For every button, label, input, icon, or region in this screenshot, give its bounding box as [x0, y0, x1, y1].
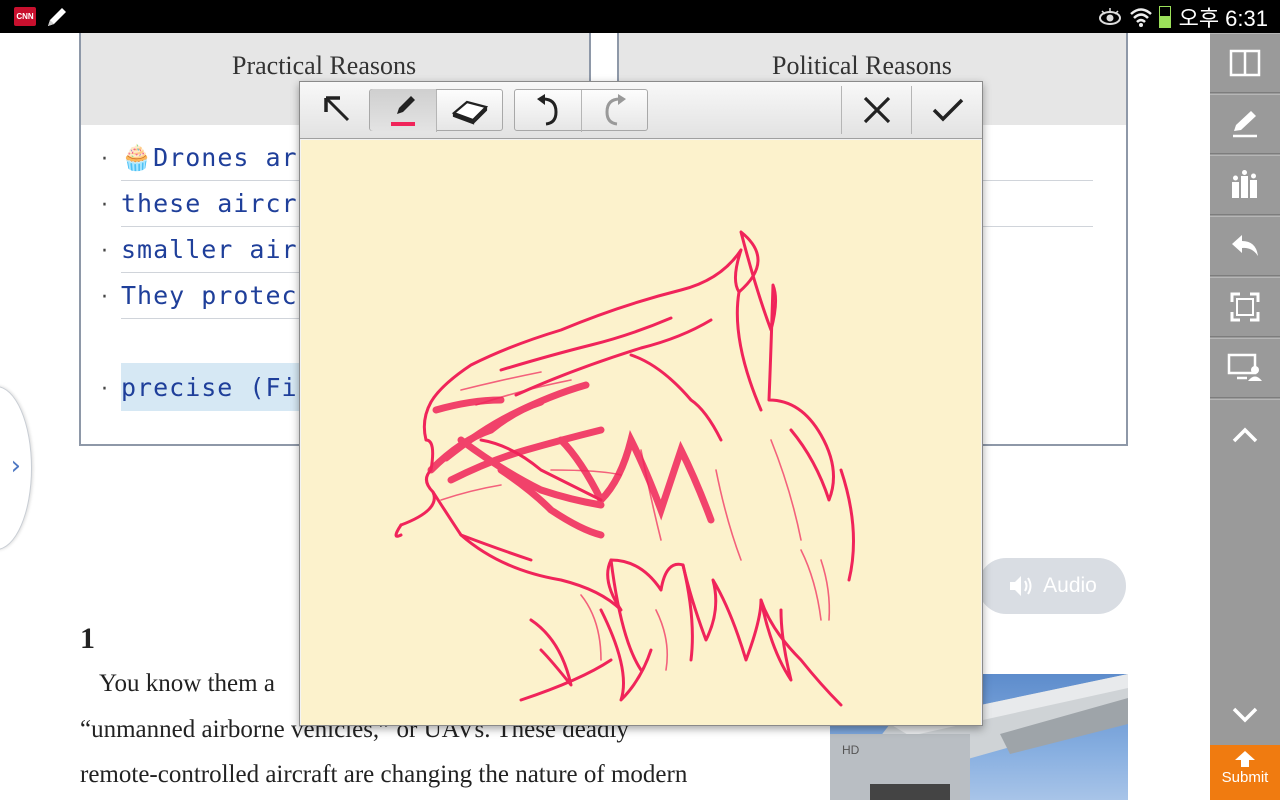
layout-icon: [1229, 49, 1261, 77]
wifi-icon: [1129, 7, 1152, 27]
scroll-down-button[interactable]: [1210, 685, 1280, 745]
redo-icon: [604, 94, 626, 126]
article-line: You know them a: [99, 670, 275, 697]
bullet: ·: [101, 193, 108, 218]
bullet: ·: [101, 285, 108, 310]
sketch: [394, 230, 855, 707]
app-screen: CNN 오후 6:31 Practical Reasons Political …: [0, 0, 1280, 800]
audio-button[interactable]: Audio: [978, 558, 1126, 614]
screen-share-button[interactable]: [1210, 338, 1280, 398]
speaker-icon: [1010, 576, 1032, 596]
bullet: ·: [101, 377, 108, 402]
political-reasons-header: Political Reasons: [772, 51, 952, 80]
undo-icon: [1232, 235, 1258, 256]
pen-icon: [391, 96, 415, 126]
submit-button[interactable]: Submit: [1210, 745, 1280, 800]
fullscreen-icon: [1230, 292, 1260, 322]
battery-icon: [1158, 5, 1171, 28]
note-line: [981, 181, 1093, 227]
chevron-right-icon: ›: [10, 451, 21, 481]
chart-button[interactable]: [1210, 155, 1280, 215]
cnn-icon: CNN: [14, 7, 36, 26]
close-button[interactable]: [848, 89, 906, 131]
pen-tool-button[interactable]: [1210, 94, 1280, 154]
separator: [911, 86, 912, 134]
audio-label: Audio: [1043, 574, 1097, 597]
drawing-canvas[interactable]: [301, 140, 981, 725]
eraser-button[interactable]: [437, 89, 502, 131]
status-icons: 오후 6:31: [1097, 0, 1268, 33]
pen-icon: [48, 8, 66, 26]
screen-share-icon: [1227, 353, 1262, 381]
undo-button[interactable]: [1210, 216, 1280, 276]
scroll-up-icon: [1232, 427, 1258, 442]
status-time: 오후 6:31: [1178, 5, 1268, 31]
fullscreen-button[interactable]: [1210, 277, 1280, 337]
redo-button[interactable]: [582, 89, 647, 131]
status-bar: CNN 오후 6:31: [0, 0, 1280, 33]
svg-text:HD: HD: [842, 743, 860, 757]
confirm-button[interactable]: [918, 89, 978, 131]
practical-reasons-header: Practical Reasons: [232, 51, 417, 80]
select-arrow-icon: [324, 96, 350, 122]
scroll-up-button[interactable]: [1210, 399, 1280, 469]
submit-label: Submit: [1221, 769, 1269, 786]
scroll-down-icon: [1232, 707, 1258, 723]
confirm-icon: [932, 98, 964, 122]
undo-button[interactable]: [515, 89, 581, 131]
undo-icon: [537, 94, 558, 126]
bullet: ·: [101, 239, 108, 264]
pen-button[interactable]: [370, 89, 436, 131]
layout-button[interactable]: [1210, 33, 1280, 93]
note-line: [981, 135, 1093, 181]
pencil-icon: [1233, 111, 1257, 138]
close-icon: [863, 96, 891, 124]
eraser-icon: [451, 100, 488, 125]
upload-arrow-icon: [1235, 751, 1255, 767]
select-button[interactable]: [314, 89, 362, 131]
paragraph-number: 1: [80, 622, 95, 655]
drawing-toolbar: [300, 82, 982, 139]
article-line: remote-controlled aircraft are changing …: [80, 761, 688, 788]
drawing-popup: [299, 81, 983, 726]
bullet: ·: [101, 147, 108, 172]
chart-icon: [1232, 170, 1257, 198]
right-toolbar: [1210, 33, 1280, 800]
eye-icon: [1098, 7, 1121, 25]
side-drawer-handle[interactable]: ›: [0, 386, 32, 550]
separator: [841, 86, 842, 134]
